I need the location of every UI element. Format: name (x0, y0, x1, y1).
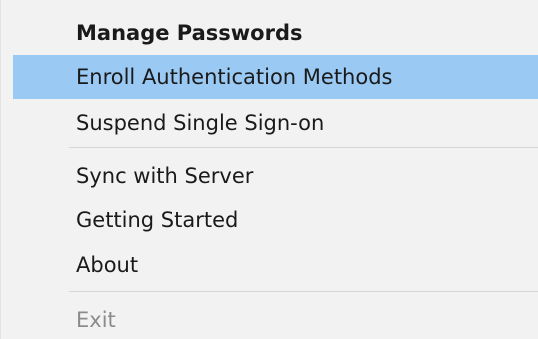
menu-item-manage-passwords[interactable]: Manage Passwords (13, 11, 538, 55)
menu-item-exit[interactable]: Exit (13, 298, 538, 339)
menu-item-about[interactable]: About (13, 243, 538, 287)
menu-item-sync-with-server[interactable]: Sync with Server (13, 154, 538, 198)
menu-separator (69, 291, 538, 292)
context-menu: Manage Passwords Enroll Authentication M… (0, 0, 538, 339)
menu-separator (69, 147, 538, 148)
menu-item-enroll-authentication-methods[interactable]: Enroll Authentication Methods (13, 55, 538, 99)
menu-item-suspend-single-sign-on[interactable]: Suspend Single Sign-on (13, 101, 538, 145)
menu-item-getting-started[interactable]: Getting Started (13, 198, 538, 242)
